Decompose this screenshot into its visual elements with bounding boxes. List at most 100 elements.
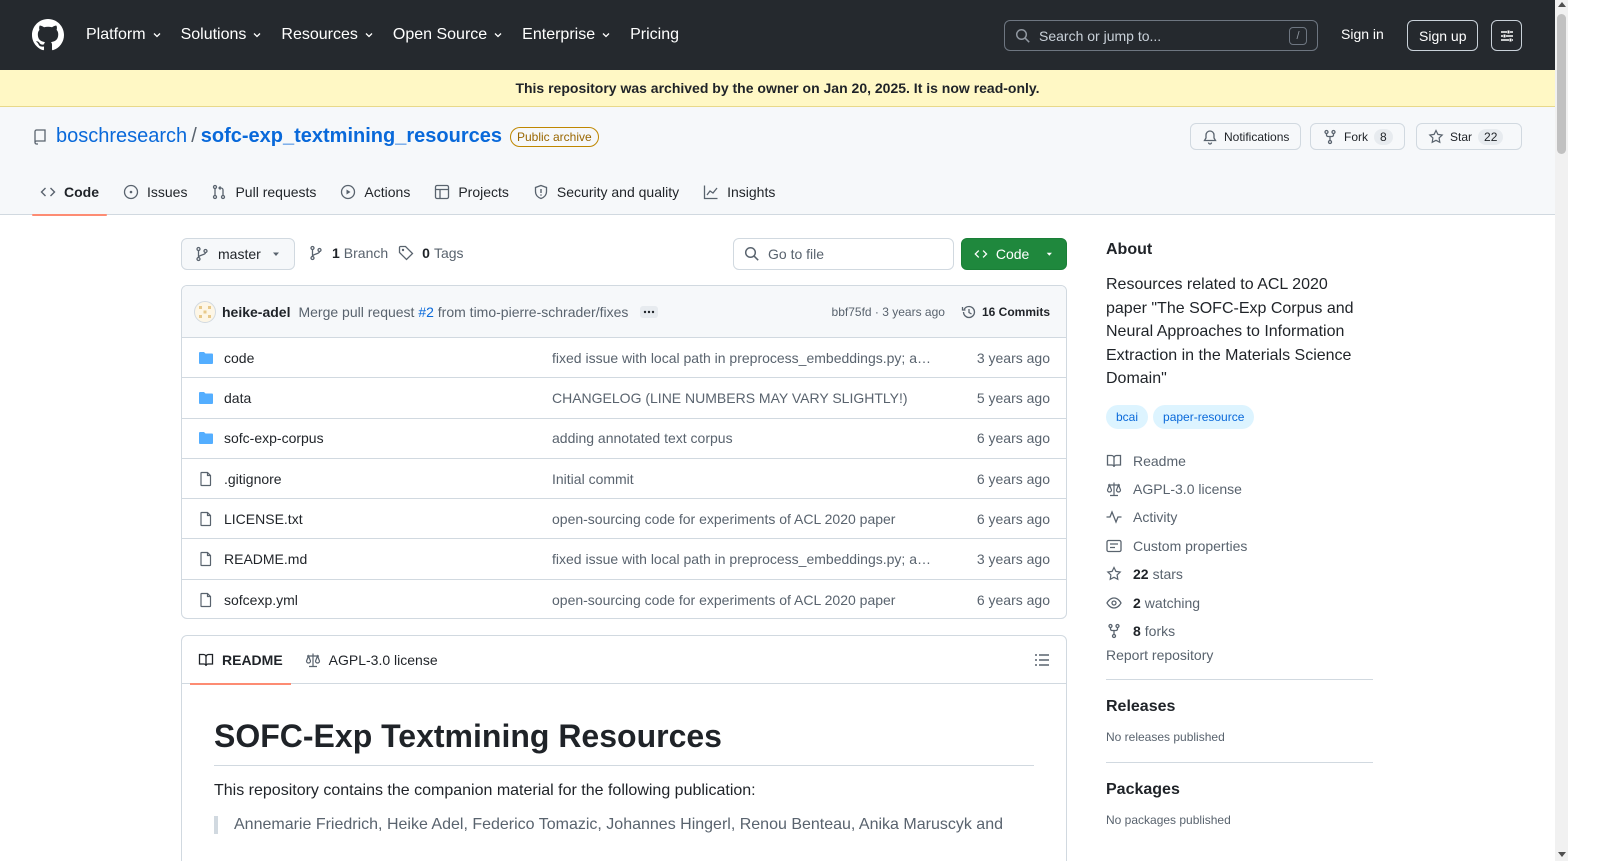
file-commit-message[interactable]: CHANGELOG (LINE NUMBERS MAY VARY SLIGHTL… (552, 390, 934, 406)
file-row[interactable]: sofc-exp-corpus adding annotated text cor… (182, 419, 1066, 459)
pr-link[interactable]: #2 (418, 304, 434, 320)
file-commit-message[interactable]: open-sourcing code for experiments of AC… (552, 511, 934, 527)
book-icon (1106, 454, 1122, 467)
pulse-icon (1106, 510, 1122, 525)
file-commit-date: 3 years ago (976, 349, 1050, 366)
nav-open-source[interactable]: Open Source (393, 26, 504, 44)
ellipsis-icon (644, 310, 655, 313)
nav-label: Pricing (630, 26, 679, 43)
nav-solutions[interactable]: Solutions (181, 26, 264, 44)
file-name-link[interactable]: README.md (224, 551, 552, 567)
scroll-down-arrow-icon[interactable] (1558, 852, 1566, 857)
stars-link[interactable]: 22 stars (1106, 560, 1373, 588)
readme-link[interactable]: Readme (1106, 447, 1373, 475)
settings-menu-button[interactable] (1491, 20, 1522, 51)
branches-link[interactable]: 1 Branch (308, 245, 388, 261)
file-name-link[interactable]: sofc-exp-corpus (224, 430, 552, 446)
forks-link[interactable]: 8 forks (1106, 617, 1373, 645)
star-icon (1106, 566, 1122, 581)
activity-link[interactable]: Activity (1106, 503, 1373, 531)
commit-author-link[interactable]: heike-adel (222, 304, 290, 320)
sign-up-button[interactable]: Sign up (1407, 20, 1479, 51)
report-repository-link[interactable]: Report repository (1106, 647, 1373, 663)
tags-link[interactable]: 0 Tags (398, 245, 464, 261)
file-type-icon (198, 430, 214, 446)
file-list: code fixed issue with local path in prepr… (182, 338, 1066, 618)
repo-name-link[interactable]: sofc-exp_textmining_resources (201, 125, 502, 148)
readme-panel: README AGPL-3.0 license SOFC-Exp Textmin… (181, 635, 1067, 861)
commit-message[interactable]: Merge pull request #2 from timo-pierre-s… (298, 304, 628, 320)
file-name-link[interactable]: LICENSE.txt (224, 511, 552, 527)
file-row[interactable]: code fixed issue with local path in prepr… (182, 338, 1066, 379)
go-to-file-input[interactable]: Go to file (733, 238, 954, 270)
github-logo-icon[interactable] (32, 19, 64, 51)
file-type-icon (198, 511, 214, 527)
file-icon (200, 511, 212, 526)
commit-hash-time[interactable]: bbf75fd · 3 years ago (832, 305, 945, 319)
watchers-link[interactable]: 2 watching (1106, 588, 1373, 616)
avatar[interactable] (194, 300, 216, 323)
repo-owner-link[interactable]: boschresearch (56, 125, 187, 148)
tab-insights[interactable]: Insights (695, 169, 783, 215)
fork-label: Fork (1344, 129, 1368, 144)
expand-commit-button[interactable] (640, 305, 659, 318)
license-link[interactable]: AGPL-3.0 license (1106, 475, 1373, 503)
scrollbar-thumb[interactable] (1557, 14, 1566, 154)
scroll-up-arrow-icon[interactable] (1558, 2, 1566, 7)
latest-commit-bar: heike-adel Merge pull request #2 from ti… (182, 286, 1066, 338)
nav-resources[interactable]: Resources (281, 26, 374, 44)
tab-pull-requests[interactable]: Pull requests (203, 169, 324, 215)
releases-heading[interactable]: Releases (1106, 698, 1373, 716)
stars-word: stars (1152, 566, 1183, 583)
file-name-link[interactable]: sofcexp.yml (224, 592, 552, 608)
custom-properties-link[interactable]: Custom properties (1106, 532, 1373, 560)
topic-tag[interactable]: bcai (1106, 404, 1149, 429)
file-commit-message[interactable]: open-sourcing code for experiments of AC… (552, 592, 934, 608)
file-name-link[interactable]: .gitignore (224, 471, 552, 487)
nav-pricing[interactable]: Pricing (630, 26, 679, 44)
nav-label: Solutions (180, 26, 247, 43)
file-row[interactable]: .gitignore Initial commit 6 years ago (182, 459, 1066, 500)
topics-list: bcai paper-resource (1106, 404, 1373, 429)
file-commit-message[interactable]: fixed issue with local path in preproces… (552, 350, 934, 366)
watching-word: watching (1144, 594, 1201, 611)
nav-label: Open Source (392, 26, 488, 43)
file-row[interactable]: README.md fixed issue with local path in … (182, 539, 1066, 580)
tab-actions[interactable]: Actions (332, 169, 418, 215)
file-row[interactable]: sofcexp.yml open-sourcing code for experi… (182, 580, 1066, 618)
commits-history-link[interactable]: 16 Commits (961, 304, 1050, 320)
tab-issues[interactable]: Issues (115, 169, 195, 215)
file-name-link[interactable]: data (224, 390, 552, 406)
file-commit-message[interactable]: adding annotated text corpus (552, 430, 934, 446)
branch-name: master (218, 246, 261, 262)
search-input[interactable]: Search or jump to... / (1004, 20, 1318, 51)
tab-security[interactable]: Security and quality (525, 169, 687, 215)
repo-tabs: Code Issues Pull requests Actions Projec… (32, 169, 791, 216)
branch-select-button[interactable]: master (181, 238, 295, 270)
file-commit-message[interactable]: fixed issue with local path in preproces… (552, 551, 934, 567)
topic-tag[interactable]: paper-resource (1153, 404, 1255, 429)
tab-label: Actions (364, 184, 411, 200)
file-type-icon (198, 350, 214, 366)
nav-enterprise[interactable]: Enterprise (522, 26, 612, 44)
about-description: Resources related to ACL 2020 paper "The… (1106, 276, 1354, 387)
tab-license[interactable]: AGPL-3.0 license (297, 636, 446, 684)
tab-code[interactable]: Code (32, 169, 107, 216)
file-row[interactable]: LICENSE.txt open-sourcing code for experi… (182, 499, 1066, 540)
file-commit-message[interactable]: Initial commit (552, 471, 934, 487)
tab-readme[interactable]: README (190, 636, 291, 685)
packages-heading[interactable]: Packages (1106, 781, 1373, 799)
star-button[interactable]: Star 22 (1416, 123, 1522, 150)
chevron-down-icon (153, 33, 161, 38)
nav-platform[interactable]: Platform (86, 26, 163, 44)
code-dropdown-button[interactable]: Code (961, 238, 1067, 270)
fork-button[interactable]: Fork 8 (1310, 123, 1405, 150)
file-commit-date: 6 years ago (976, 591, 1050, 608)
sign-in-link[interactable]: Sign in (1341, 26, 1384, 42)
list-icon[interactable] (1034, 652, 1050, 668)
search-icon (1015, 28, 1030, 43)
file-row[interactable]: data CHANGELOG (LINE NUMBERS MAY VARY SLI… (182, 378, 1066, 419)
file-name-link[interactable]: code (224, 350, 552, 366)
notifications-button[interactable]: Notifications (1190, 123, 1302, 150)
tab-projects[interactable]: Projects (426, 169, 517, 215)
